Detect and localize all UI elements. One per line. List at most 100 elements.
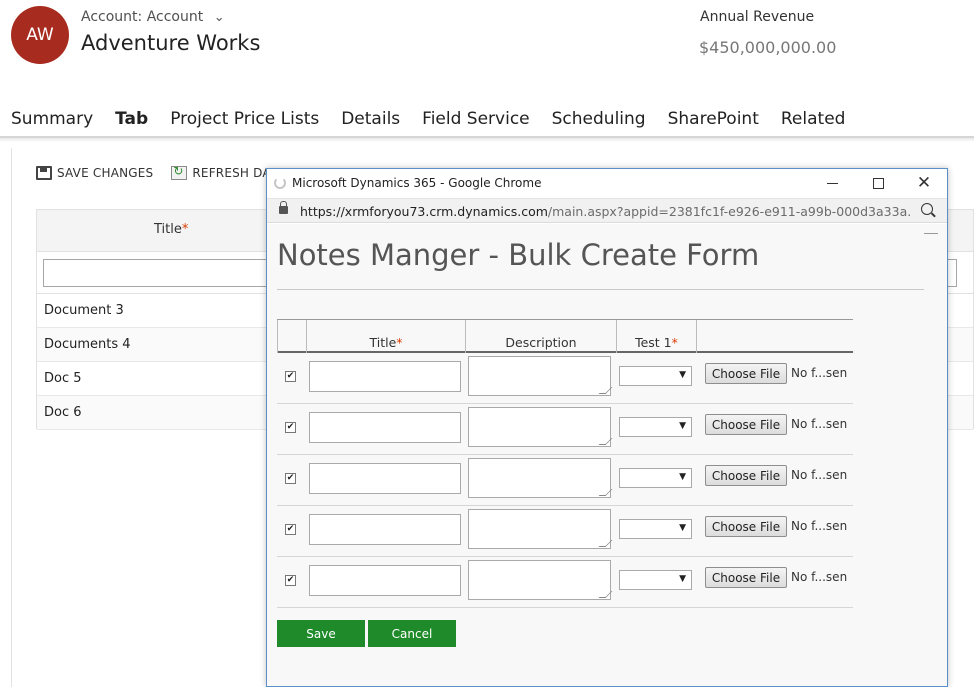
window-title-bar[interactable]: Microsoft Dynamics 365 - Google Chrome ✕ bbox=[267, 169, 947, 198]
address-bar[interactable]: https://xrmforyou73.crm.dynamics.com/mai… bbox=[267, 198, 947, 223]
required-marker: * bbox=[181, 222, 189, 237]
column-header-test1: Test 1 * bbox=[616, 320, 696, 353]
table-row: ✔ ▼ Choose File No f...sen bbox=[277, 557, 853, 608]
close-icon: ✕ bbox=[916, 173, 932, 193]
popup-content: Notes Manger - Bulk Create Form Title * D… bbox=[267, 224, 947, 686]
maximize-icon bbox=[872, 178, 884, 189]
title-divider bbox=[277, 289, 924, 290]
minimize-icon bbox=[826, 183, 838, 184]
record-name: Adventure Works bbox=[81, 31, 261, 55]
choose-file-button[interactable]: Choose File bbox=[705, 363, 787, 384]
test1-select[interactable]: ▼ bbox=[619, 417, 692, 437]
choose-file-button[interactable]: Choose File bbox=[705, 567, 787, 588]
refresh-icon bbox=[171, 164, 188, 180]
tab-related[interactable]: Related bbox=[770, 104, 857, 138]
entity-type-selector[interactable]: Account: Account ⌄ bbox=[81, 9, 225, 25]
tab-scheduling[interactable]: Scheduling bbox=[541, 104, 657, 138]
header-field-value: $450,000,000.00 bbox=[699, 38, 837, 57]
bulk-table-header: Title * Description Test 1 * bbox=[277, 319, 853, 353]
window-title: Microsoft Dynamics 365 - Google Chrome bbox=[292, 176, 542, 190]
title-filter-input[interactable] bbox=[43, 259, 283, 287]
column-header-file bbox=[696, 320, 853, 353]
description-textarea[interactable] bbox=[468, 458, 611, 498]
avatar: AW bbox=[11, 6, 69, 64]
refresh-data-button[interactable]: REFRESH DAT bbox=[171, 164, 277, 180]
tab-tab[interactable]: Tab bbox=[104, 104, 159, 138]
description-textarea[interactable] bbox=[468, 560, 611, 600]
maximize-button[interactable] bbox=[855, 169, 901, 198]
table-row: ✔ ▼ Choose File No f...sen bbox=[277, 404, 853, 455]
close-button[interactable]: ✕ bbox=[901, 169, 947, 198]
choose-file-button[interactable]: Choose File bbox=[705, 516, 787, 537]
tab-field-service[interactable]: Field Service bbox=[411, 104, 540, 138]
test1-select[interactable]: ▼ bbox=[619, 468, 692, 488]
row-select-checkbox[interactable]: ✔ bbox=[285, 473, 296, 484]
tab-sharepoint[interactable]: SharePoint bbox=[657, 104, 770, 138]
dropdown-arrow-icon: ▼ bbox=[679, 472, 686, 482]
table-row: ✔ ▼ Choose File No f...sen bbox=[277, 353, 853, 404]
file-status-text: No f...sen bbox=[791, 519, 848, 533]
column-header-select bbox=[277, 320, 306, 353]
choose-file-button[interactable]: Choose File bbox=[705, 414, 787, 435]
page-title: Notes Manger - Bulk Create Form bbox=[277, 238, 760, 272]
tab-summary[interactable]: Summary bbox=[0, 104, 104, 138]
save-icon bbox=[36, 166, 52, 180]
required-marker: * bbox=[396, 335, 403, 350]
row-select-checkbox[interactable]: ✔ bbox=[285, 575, 296, 586]
chevron-down-icon[interactable]: ⌄ bbox=[214, 10, 225, 25]
file-status-text: No f...sen bbox=[791, 570, 848, 584]
loading-spinner-icon bbox=[274, 177, 286, 189]
form-tabs: Summary Tab Project Price Lists Details … bbox=[0, 104, 856, 138]
zoom-icon[interactable] bbox=[921, 203, 933, 215]
form-actions: Save Cancel bbox=[277, 620, 456, 647]
column-header-title[interactable]: Title* bbox=[154, 222, 188, 237]
minimize-button[interactable] bbox=[809, 169, 855, 198]
table-row: ✔ ▼ Choose File No f...sen bbox=[277, 455, 853, 506]
test1-select[interactable]: ▼ bbox=[619, 570, 692, 590]
url-text[interactable]: https://xrmforyou73.crm.dynamics.com/mai… bbox=[300, 204, 912, 219]
column-header-title: Title * bbox=[306, 320, 465, 353]
test1-select[interactable]: ▼ bbox=[619, 366, 692, 386]
title-input[interactable] bbox=[309, 463, 461, 494]
choose-file-button[interactable]: Choose File bbox=[705, 465, 787, 486]
dropdown-arrow-icon: ▼ bbox=[679, 421, 686, 431]
row-select-checkbox[interactable]: ✔ bbox=[285, 422, 296, 433]
title-input[interactable] bbox=[309, 514, 461, 545]
test1-select[interactable]: ▼ bbox=[619, 519, 692, 539]
file-status-text: No f...sen bbox=[791, 417, 848, 431]
row-select-checkbox[interactable]: ✔ bbox=[285, 371, 296, 382]
description-textarea[interactable] bbox=[468, 356, 611, 396]
row-title: Documents 4 bbox=[44, 337, 131, 352]
save-changes-button[interactable]: SAVE CHANGES bbox=[36, 166, 153, 180]
lock-icon bbox=[279, 201, 288, 214]
column-header-description: Description bbox=[465, 320, 616, 353]
table-row: ✔ ▼ Choose File No f...sen bbox=[277, 506, 853, 557]
dropdown-arrow-icon: ▼ bbox=[679, 523, 686, 533]
dropdown-arrow-icon: ▼ bbox=[679, 370, 686, 380]
row-title: Doc 5 bbox=[44, 371, 82, 386]
save-changes-label: SAVE CHANGES bbox=[57, 166, 154, 180]
required-marker: * bbox=[671, 335, 678, 350]
row-title: Document 3 bbox=[44, 303, 124, 318]
title-input[interactable] bbox=[309, 412, 461, 443]
tab-details[interactable]: Details bbox=[330, 104, 411, 138]
bulk-create-table: Title * Description Test 1 * ✔ ▼ Choose Fi… bbox=[277, 319, 853, 608]
file-status-text: No f...sen bbox=[791, 468, 848, 482]
description-textarea[interactable] bbox=[468, 407, 611, 447]
cancel-button[interactable]: Cancel bbox=[368, 620, 456, 647]
row-select-checkbox[interactable]: ✔ bbox=[285, 524, 296, 535]
scrollbar-indicator[interactable] bbox=[924, 233, 938, 234]
row-title: Doc 6 bbox=[44, 405, 82, 420]
title-input[interactable] bbox=[309, 361, 461, 392]
section-divider bbox=[11, 148, 12, 687]
description-textarea[interactable] bbox=[468, 509, 611, 549]
tabs-shadow bbox=[0, 138, 974, 142]
header-field-label: Annual Revenue bbox=[700, 9, 815, 25]
tab-project-price-lists[interactable]: Project Price Lists bbox=[159, 104, 330, 138]
entity-type-label: Account: Account bbox=[81, 9, 204, 25]
save-button[interactable]: Save bbox=[277, 620, 365, 647]
title-input[interactable] bbox=[309, 565, 461, 596]
file-status-text: No f...sen bbox=[791, 366, 848, 380]
bulk-create-popup-window: Microsoft Dynamics 365 - Google Chrome ✕… bbox=[266, 168, 948, 687]
subgrid-command-bar: SAVE CHANGES REFRESH DAT bbox=[36, 164, 277, 180]
